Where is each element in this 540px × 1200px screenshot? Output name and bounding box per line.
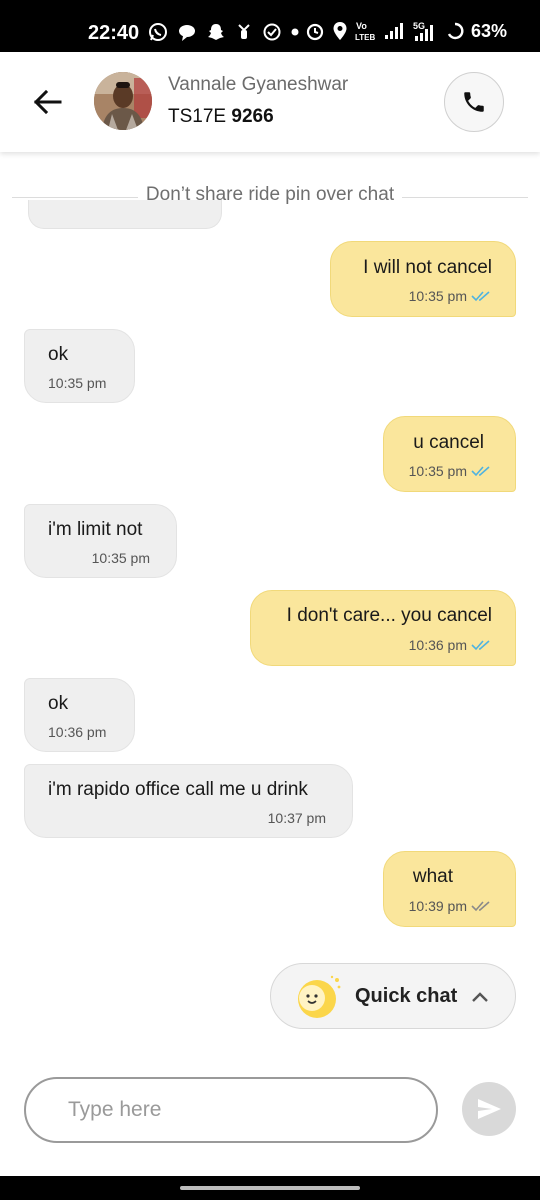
call-button[interactable]: [444, 72, 504, 132]
system-status-icons: Vo LTEB 5G 63%: [305, 20, 507, 42]
driver-name: Vannale Gyaneshwar: [168, 74, 349, 95]
message-text: ok: [48, 344, 69, 365]
incoming-message[interactable]: ok 10:35 pm: [24, 329, 135, 403]
whatsapp-icon: [149, 23, 167, 41]
quick-chat-emoji-icon: [298, 975, 341, 1018]
chat-header: Vannale Gyaneshwar TS17E 9266: [0, 52, 540, 152]
incoming-message[interactable]: ok 10:36 pm: [24, 678, 135, 752]
home-gesture-handle[interactable]: [180, 1186, 360, 1190]
outgoing-message[interactable]: I don't care... you cancel 10:36 pm: [250, 590, 516, 666]
message-time: 10:37 pm: [267, 810, 326, 826]
message-time: 10:36 pm: [408, 637, 467, 653]
message-text: u cancel: [413, 432, 484, 453]
message-time: 10:39 pm: [408, 898, 467, 914]
send-icon: [478, 1099, 501, 1119]
chevron-up-icon: [472, 992, 488, 1002]
volte-top-label: Vo: [356, 21, 367, 31]
message-time: 10:35 pm: [48, 375, 107, 391]
alarm-icon: [306, 23, 324, 41]
read-receipt-icon: [471, 466, 490, 477]
location-icon: [333, 22, 347, 40]
signal-5g-icon: 5G: [413, 21, 433, 41]
network-gen-label: 5G: [413, 21, 425, 31]
arrow-left-icon: [33, 89, 62, 115]
signal-strength-icon: [385, 23, 403, 39]
snapchat-icon: [208, 24, 224, 40]
message-input[interactable]: [68, 1093, 408, 1127]
message-time: 10:35 pm: [408, 288, 467, 304]
volte-bottom-label: LTEB: [355, 33, 376, 42]
chat-notification-icon: [179, 25, 195, 41]
quick-chat-button[interactable]: Quick chat: [270, 963, 516, 1029]
message-text: i'm rapido office call me u drink: [48, 779, 308, 800]
message-text: ok: [48, 693, 69, 714]
outgoing-message[interactable]: I will not cancel 10:35 pm: [330, 241, 516, 317]
plate-prefix: TS17E: [168, 106, 227, 127]
message-text: I don't care... you cancel: [286, 605, 492, 626]
battery-percentage: 63%: [471, 20, 508, 41]
more-notifications-dot-icon: [291, 28, 299, 36]
partial-message-bubble: [28, 200, 222, 229]
driver-photo: [94, 72, 152, 130]
message-text: I will not cancel: [363, 257, 492, 278]
incoming-message[interactable]: i'm limit not 10:35 pm: [24, 504, 177, 578]
outgoing-message[interactable]: u cancel 10:35 pm: [383, 416, 516, 492]
phone-icon: [464, 92, 484, 112]
plate-number: 9266: [231, 106, 274, 127]
volte-icon: Vo LTEB: [355, 21, 376, 42]
message-time: 10:35 pm: [408, 463, 467, 479]
quick-chat-label: Quick chat: [355, 985, 458, 1007]
battery-saver-icon: [447, 22, 464, 40]
status-bar: 22:40 Vo LTEB 5G 63%: [0, 0, 540, 52]
message-time: 10:36 pm: [48, 724, 107, 740]
system-navigation-bar: [0, 1176, 540, 1200]
sent-receipt-icon: [471, 901, 490, 912]
check-circle-icon: [263, 23, 281, 41]
message-time: 10:35 pm: [91, 550, 150, 566]
send-button[interactable]: [462, 1082, 516, 1136]
incoming-message[interactable]: i'm rapido office call me u drink 10:37 …: [24, 764, 353, 838]
read-receipt-icon: [471, 640, 490, 651]
message-text: i'm limit not: [48, 519, 143, 540]
read-receipt-icon: [471, 291, 490, 302]
clock: 22:40: [88, 22, 140, 44]
driver-avatar[interactable]: [94, 72, 152, 130]
app-notification-icon: [238, 24, 250, 39]
outgoing-message[interactable]: what 10:39 pm: [383, 851, 516, 927]
message-text: what: [412, 866, 453, 887]
back-button[interactable]: [30, 84, 66, 120]
message-input-container: [24, 1077, 438, 1143]
notification-icons: [148, 22, 299, 42]
vehicle-plate: TS17E 9266: [168, 106, 274, 128]
